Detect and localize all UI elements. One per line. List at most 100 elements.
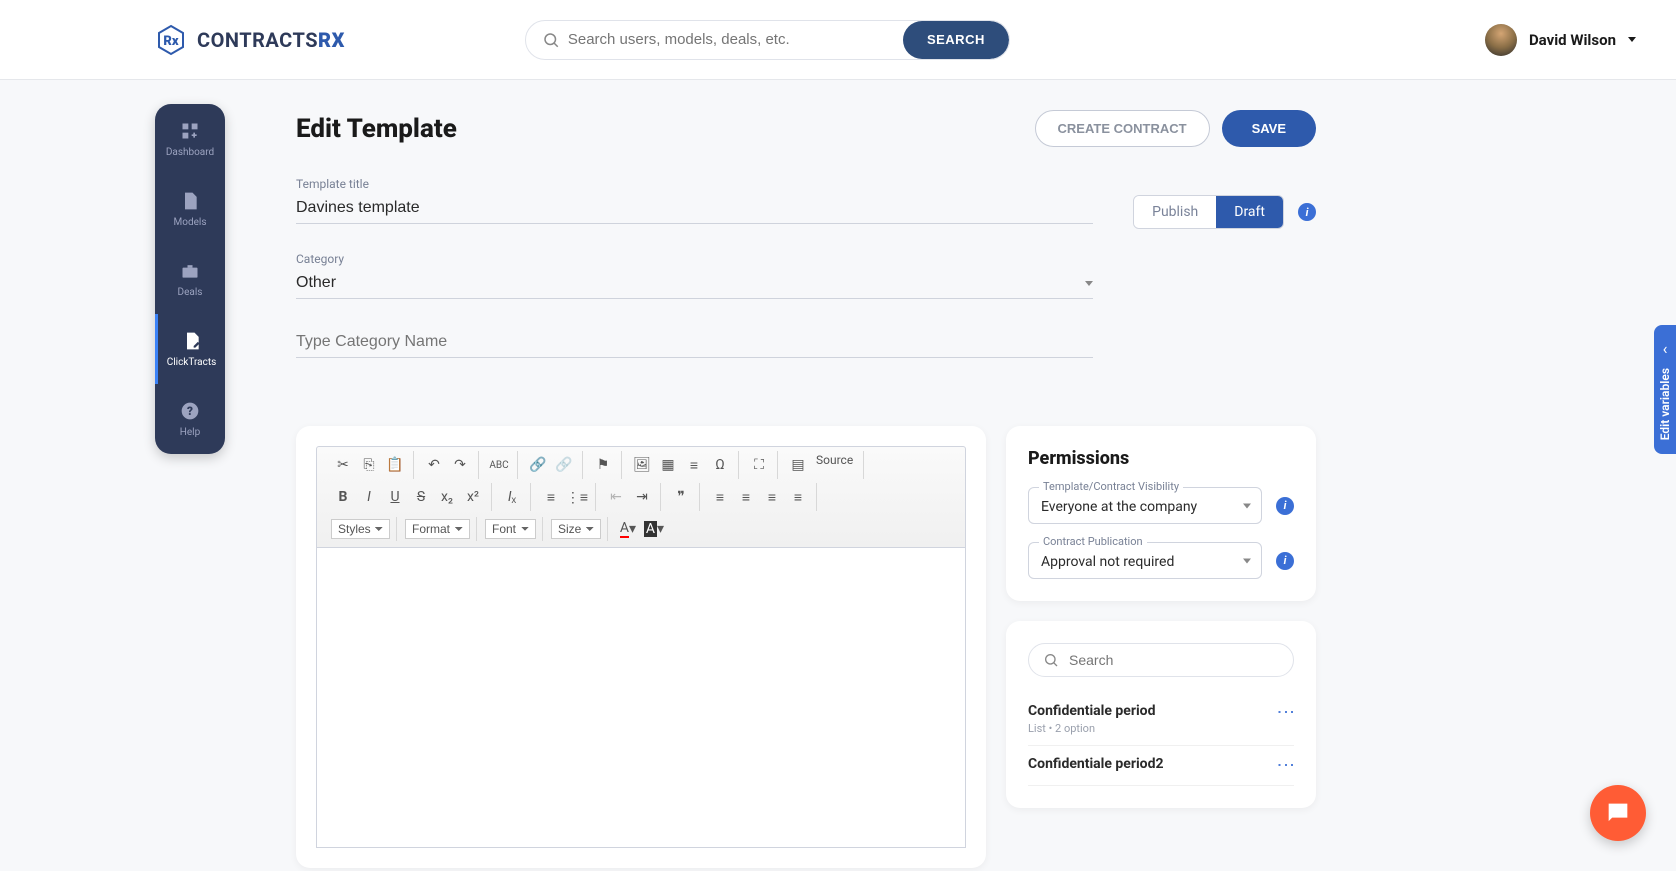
variables-search[interactable] bbox=[1028, 643, 1294, 677]
svg-text:?: ? bbox=[187, 404, 193, 418]
sidebar-item-label: Models bbox=[174, 217, 207, 228]
superscript-icon[interactable]: x² bbox=[461, 485, 485, 509]
link-icon[interactable]: 🔗 bbox=[526, 453, 550, 477]
redo-icon[interactable]: ↷ bbox=[448, 453, 472, 477]
alignright-icon[interactable]: ≡ bbox=[760, 485, 784, 509]
hr-icon[interactable]: ≡ bbox=[682, 453, 706, 477]
header-actions: CREATE CONTRACT SAVE bbox=[1035, 110, 1316, 147]
indent-icon[interactable]: ⇥ bbox=[630, 485, 654, 509]
spellcheck-icon[interactable]: ABC bbox=[487, 453, 511, 477]
outdent-icon[interactable]: ⇤ bbox=[604, 485, 628, 509]
variable-name: Confidentiale period bbox=[1028, 703, 1155, 719]
editor-body[interactable] bbox=[316, 548, 966, 848]
variable-item[interactable]: Confidentiale period2 ⋮ bbox=[1028, 746, 1294, 786]
logo[interactable]: Rx CONTRACTSRX bbox=[155, 24, 345, 56]
info-icon[interactable]: i bbox=[1298, 203, 1316, 221]
cut-icon[interactable]: ✂ bbox=[331, 453, 355, 477]
editor-card: ✂ ⎘ 📋 ↶ ↷ ABC 🔗 🔗 ⚑ bbox=[296, 426, 986, 868]
page-header: Edit Template CREATE CONTRACT SAVE bbox=[296, 110, 1316, 147]
strike-icon[interactable]: S bbox=[409, 485, 433, 509]
category-value bbox=[296, 268, 1085, 298]
specialchar-icon[interactable]: Ω bbox=[708, 453, 732, 477]
table-icon[interactable]: ▦ bbox=[656, 453, 680, 477]
more-icon[interactable]: ⋮ bbox=[1276, 703, 1294, 719]
publish-toggle: Publish Draft bbox=[1133, 195, 1284, 229]
aligncenter-icon[interactable]: ≡ bbox=[734, 485, 758, 509]
image-icon[interactable]: 🖼 bbox=[630, 453, 654, 477]
alignleft-icon[interactable]: ≡ bbox=[708, 485, 732, 509]
unlink-icon[interactable]: 🔗 bbox=[552, 453, 576, 477]
template-title-input[interactable] bbox=[296, 193, 1093, 224]
source-icon[interactable]: ▤ bbox=[786, 453, 810, 477]
visibility-select[interactable]: Template/Contract Visibility Everyone at… bbox=[1028, 487, 1262, 524]
toggle-publish[interactable]: Publish bbox=[1134, 196, 1216, 228]
toggle-draft[interactable]: Draft bbox=[1216, 196, 1283, 228]
numberedlist-icon[interactable]: ≡ bbox=[539, 485, 563, 509]
more-icon[interactable]: ⋮ bbox=[1276, 756, 1294, 772]
help-icon: ? bbox=[180, 401, 200, 421]
search-icon bbox=[1043, 652, 1059, 668]
publication-field: Contract Publication Approval not requir… bbox=[1028, 542, 1294, 579]
user-menu[interactable]: David Wilson bbox=[1485, 24, 1636, 56]
search-input[interactable] bbox=[560, 31, 903, 48]
editor-row: ✂ ⎘ 📋 ↶ ↷ ABC 🔗 🔗 ⚑ bbox=[296, 426, 1316, 868]
chat-widget[interactable] bbox=[1590, 785, 1646, 841]
publication-select[interactable]: Contract Publication Approval not requir… bbox=[1028, 542, 1262, 579]
italic-icon[interactable]: I bbox=[357, 485, 381, 509]
source-label[interactable]: Source bbox=[812, 453, 857, 477]
visibility-field: Template/Contract Visibility Everyone at… bbox=[1028, 487, 1294, 524]
category-group: Category bbox=[296, 252, 1093, 299]
search-button[interactable]: SEARCH bbox=[903, 21, 1009, 59]
document-icon bbox=[180, 191, 200, 211]
variables-search-input[interactable] bbox=[1069, 652, 1279, 668]
category-select[interactable] bbox=[296, 268, 1093, 299]
underline-icon[interactable]: U bbox=[383, 485, 407, 509]
chevron-left-icon: ‹ bbox=[1663, 339, 1668, 358]
edit-variables-tab[interactable]: ‹ Edit variables bbox=[1654, 325, 1676, 454]
font-select[interactable]: Font bbox=[485, 519, 536, 539]
permissions-title: Permissions bbox=[1028, 448, 1294, 469]
info-icon[interactable]: i bbox=[1276, 552, 1294, 570]
save-button[interactable]: SAVE bbox=[1222, 110, 1316, 147]
create-contract-button[interactable]: CREATE CONTRACT bbox=[1035, 110, 1210, 147]
format-select[interactable]: Format bbox=[405, 519, 470, 539]
copy-icon[interactable]: ⎘ bbox=[357, 453, 381, 477]
logo-icon: Rx bbox=[155, 24, 187, 56]
alignjustify-icon[interactable]: ≡ bbox=[786, 485, 810, 509]
undo-icon[interactable]: ↶ bbox=[422, 453, 446, 477]
subscript-icon[interactable]: x₂ bbox=[435, 485, 459, 509]
removeformat-icon[interactable]: Iₓ bbox=[500, 485, 524, 509]
sidebar-item-dashboard[interactable]: Dashboard bbox=[155, 104, 225, 174]
styles-select[interactable]: Styles bbox=[331, 519, 390, 539]
bulletedlist-icon[interactable]: ⋮≡ bbox=[565, 485, 589, 509]
sidebar-item-help[interactable]: ? Help bbox=[155, 384, 225, 454]
visibility-label: Template/Contract Visibility bbox=[1039, 480, 1183, 493]
chat-icon bbox=[1604, 799, 1632, 827]
publish-toggle-wrap: Publish Draft i bbox=[1133, 195, 1316, 229]
bold-icon[interactable]: B bbox=[331, 485, 355, 509]
bgcolor-icon[interactable]: A ▾ bbox=[642, 517, 666, 541]
document-edit-icon bbox=[182, 331, 202, 351]
anchor-icon[interactable]: ⚑ bbox=[591, 453, 615, 477]
publication-value: Approval not required bbox=[1041, 554, 1174, 570]
chevron-down-icon bbox=[1628, 37, 1636, 42]
paste-icon[interactable]: 📋 bbox=[383, 453, 407, 477]
blockquote-icon[interactable]: ❞ bbox=[669, 485, 693, 509]
textcolor-icon[interactable]: A ▾ bbox=[616, 517, 640, 541]
sidebar-item-clicktracts[interactable]: ClickTracts bbox=[155, 314, 225, 384]
maximize-icon[interactable]: ⛶ bbox=[747, 453, 771, 477]
svg-text:Rx: Rx bbox=[163, 34, 178, 49]
page-title: Edit Template bbox=[296, 114, 457, 144]
sidebar-item-models[interactable]: Models bbox=[155, 174, 225, 244]
sidebar-item-label: Help bbox=[180, 427, 200, 438]
variable-item[interactable]: Confidentiale period List • 2 option ⋮ bbox=[1028, 693, 1294, 746]
variables-panel: Confidentiale period List • 2 option ⋮ C… bbox=[1006, 621, 1316, 808]
sidebar-item-deals[interactable]: Deals bbox=[155, 244, 225, 314]
size-select[interactable]: Size bbox=[551, 519, 601, 539]
info-icon[interactable]: i bbox=[1276, 497, 1294, 515]
editor-toolbar: ✂ ⎘ 📋 ↶ ↷ ABC 🔗 🔗 ⚑ bbox=[316, 446, 966, 548]
sidebar-item-label: Deals bbox=[178, 287, 203, 298]
briefcase-icon bbox=[180, 261, 200, 281]
category-name-input[interactable] bbox=[296, 327, 1093, 358]
sidebar-item-label: ClickTracts bbox=[167, 357, 217, 368]
